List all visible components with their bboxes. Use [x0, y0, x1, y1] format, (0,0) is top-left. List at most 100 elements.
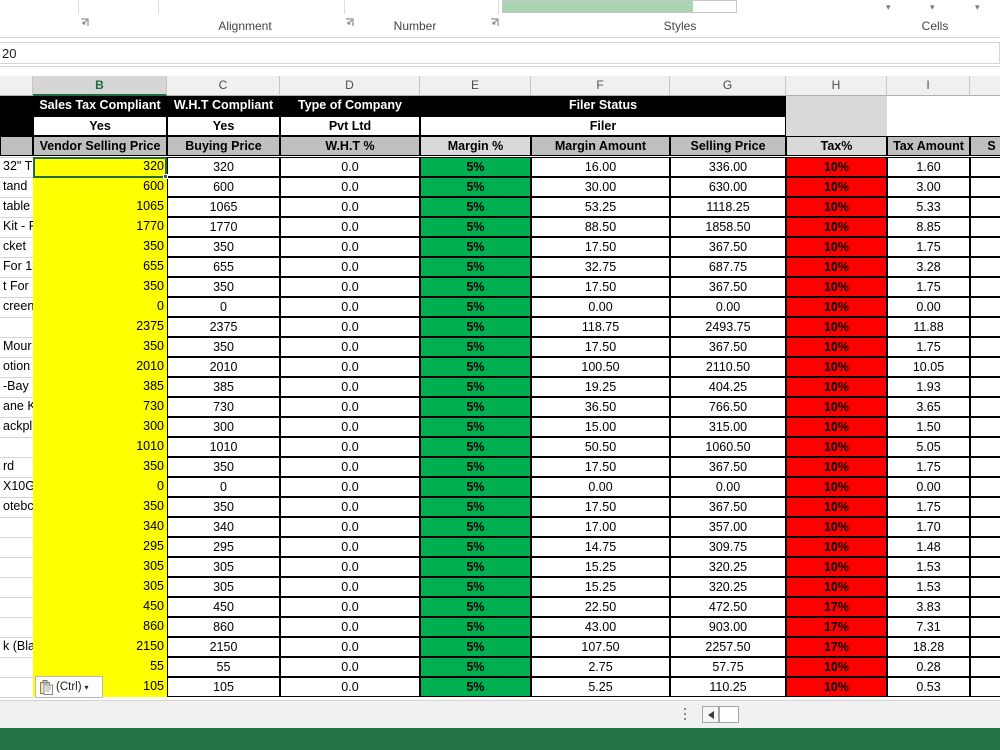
cell-wht-percent-row-6[interactable]: 0.0 — [280, 257, 420, 277]
item-name-clipped[interactable]: cket — [0, 237, 33, 257]
cell-margin-percent-row-6[interactable]: 5% — [420, 257, 531, 277]
banner-sales-tax-compliant[interactable]: Sales Tax Compliant — [33, 96, 167, 116]
cell-vendor-selling-price-row-14[interactable]: 300 — [33, 417, 167, 437]
cell-margin-amount-row-10[interactable]: 17.50 — [531, 337, 670, 357]
cell-margin-percent-row-20[interactable]: 5% — [420, 537, 531, 557]
cell-vendor-selling-price-row-23[interactable]: 450 — [33, 597, 167, 617]
column-label-margin-amount[interactable]: Margin Amount — [531, 136, 670, 156]
column-label-a-partial[interactable] — [0, 136, 33, 156]
format-cells-chevron-icon[interactable]: ▾ — [975, 2, 980, 13]
cell-wht-percent-row-11[interactable]: 0.0 — [280, 357, 420, 377]
cell-margin-percent-row-9[interactable]: 5% — [420, 317, 531, 337]
cell-wht-percent-row-20[interactable]: 0.0 — [280, 537, 420, 557]
column-header-g[interactable]: G — [670, 76, 786, 96]
cell-margin-amount-row-22[interactable]: 15.25 — [531, 577, 670, 597]
cell-margin-percent-row-10[interactable]: 5% — [420, 337, 531, 357]
cell-buying-price-row-8[interactable]: 0 — [167, 297, 280, 317]
cell-margin-amount-row-6[interactable]: 32.75 — [531, 257, 670, 277]
cell-buying-price-row-5[interactable]: 350 — [167, 237, 280, 257]
cell-vendor-selling-price-row-20[interactable]: 295 — [33, 537, 167, 557]
cell-selling-price-row-8[interactable]: 0.00 — [670, 297, 786, 317]
cell-wht-percent-row-5[interactable]: 0.0 — [280, 237, 420, 257]
cell-wht-percent-row-8[interactable]: 0.0 — [280, 297, 420, 317]
cell-tax-amount-row-19[interactable]: 1.70 — [887, 517, 970, 537]
banner-filer-status[interactable]: Filer Status — [420, 96, 786, 116]
cell-tax-percent-row-7[interactable]: 10% — [786, 277, 887, 297]
cell-wht-percent-row-17[interactable]: 0.0 — [280, 477, 420, 497]
cell-vendor-selling-price-row-13[interactable]: 730 — [33, 397, 167, 417]
cell-vendor-selling-price-row-24[interactable]: 860 — [33, 617, 167, 637]
cell-vendor-selling-price-row-19[interactable]: 340 — [33, 517, 167, 537]
column-header-a-partial[interactable] — [0, 76, 33, 96]
cell-tax-percent-row-13[interactable]: 10% — [786, 397, 887, 417]
item-name-clipped[interactable] — [0, 577, 33, 597]
alignment-dialog-launcher-icon-2[interactable] — [488, 18, 500, 30]
cell-tax-percent-row-12[interactable]: 10% — [786, 377, 887, 397]
banner-cell-a-partial[interactable] — [0, 96, 33, 116]
cell-tax-amount-row-27[interactable]: 0.53 — [887, 677, 970, 697]
cell-buying-price-row-15[interactable]: 1010 — [167, 437, 280, 457]
cell-vendor-selling-price-row-22[interactable]: 305 — [33, 577, 167, 597]
paste-options-button[interactable]: (Ctrl) ▾ — [35, 676, 103, 698]
scroll-left-button[interactable] — [702, 706, 719, 723]
cell-selling-price-row-19[interactable]: 357.00 — [670, 517, 786, 537]
cell-margin-percent-row-15[interactable]: 5% — [420, 437, 531, 457]
cell-selling-price-row-26[interactable]: 57.75 — [670, 657, 786, 677]
cell-s-partial-row-7[interactable] — [970, 277, 1000, 297]
cell-selling-price-row-4[interactable]: 1858.50 — [670, 217, 786, 237]
cell-tax-percent-row-1[interactable]: 10% — [786, 157, 887, 177]
cell-wht-percent-row-25[interactable]: 0.0 — [280, 637, 420, 657]
cell-margin-percent-row-5[interactable]: 5% — [420, 237, 531, 257]
cell-tax-percent-row-5[interactable]: 10% — [786, 237, 887, 257]
cell-buying-price-row-20[interactable]: 295 — [167, 537, 280, 557]
cell-tax-percent-row-18[interactable]: 10% — [786, 497, 887, 517]
cell-selling-price-row-27[interactable]: 110.25 — [670, 677, 786, 697]
cell-tax-amount-row-23[interactable]: 3.83 — [887, 597, 970, 617]
cell-vendor-selling-price-row-4[interactable]: 1770 — [33, 217, 167, 237]
horizontal-scrollbar-thumb[interactable] — [719, 706, 739, 723]
item-name-clipped[interactable]: t For — [0, 277, 33, 297]
cell-margin-percent-row-12[interactable]: 5% — [420, 377, 531, 397]
cell-tax-amount-row-1[interactable]: 1.60 — [887, 157, 970, 177]
cell-vendor-selling-price-row-1[interactable]: 320 — [33, 157, 167, 177]
item-name-clipped[interactable]: otebc — [0, 497, 33, 517]
cell-tax-amount-row-21[interactable]: 1.53 — [887, 557, 970, 577]
cell-wht-percent-row-2[interactable]: 0.0 — [280, 177, 420, 197]
cell-s-partial-row-4[interactable] — [970, 217, 1000, 237]
cell-s-partial-row-13[interactable] — [970, 397, 1000, 417]
banner-blank-h[interactable] — [786, 96, 887, 116]
cell-s-partial-row-23[interactable] — [970, 597, 1000, 617]
column-label-margin-percent[interactable]: Margin % — [420, 136, 531, 156]
cell-s-partial-row-14[interactable] — [970, 417, 1000, 437]
cell-buying-price-row-18[interactable]: 350 — [167, 497, 280, 517]
item-name-clipped[interactable] — [0, 557, 33, 577]
cell-vendor-selling-price-row-21[interactable]: 305 — [33, 557, 167, 577]
cell-margin-amount-row-23[interactable]: 22.50 — [531, 597, 670, 617]
cell-buying-price-row-6[interactable]: 655 — [167, 257, 280, 277]
item-name-clipped[interactable] — [0, 677, 33, 697]
cell-tax-percent-row-20[interactable]: 10% — [786, 537, 887, 557]
cell-selling-price-row-22[interactable]: 320.25 — [670, 577, 786, 597]
cell-buying-price-row-24[interactable]: 860 — [167, 617, 280, 637]
cell-buying-price-row-17[interactable]: 0 — [167, 477, 280, 497]
cell-selling-price-row-20[interactable]: 309.75 — [670, 537, 786, 557]
cell-vendor-selling-price-row-2[interactable]: 600 — [33, 177, 167, 197]
cell-selling-price-row-2[interactable]: 630.00 — [670, 177, 786, 197]
cell-selling-price-row-10[interactable]: 367.50 — [670, 337, 786, 357]
cell-wht-percent-row-22[interactable]: 0.0 — [280, 577, 420, 597]
cell-margin-amount-row-25[interactable]: 107.50 — [531, 637, 670, 657]
cell-selling-price-row-11[interactable]: 2110.50 — [670, 357, 786, 377]
cell-s-partial-row-6[interactable] — [970, 257, 1000, 277]
cell-selling-price-row-6[interactable]: 687.75 — [670, 257, 786, 277]
column-label-vendor-selling-price[interactable]: Vendor Selling Price — [33, 136, 167, 156]
cell-margin-amount-row-16[interactable]: 17.50 — [531, 457, 670, 477]
delete-cells-chevron-icon[interactable]: ▾ — [930, 2, 935, 13]
cell-vendor-selling-price-row-12[interactable]: 385 — [33, 377, 167, 397]
cell-s-partial-row-16[interactable] — [970, 457, 1000, 477]
cell-tax-percent-row-24[interactable]: 17% — [786, 617, 887, 637]
cell-tax-amount-row-26[interactable]: 0.28 — [887, 657, 970, 677]
cell-vendor-selling-price-row-16[interactable]: 350 — [33, 457, 167, 477]
cell-tax-percent-row-4[interactable]: 10% — [786, 217, 887, 237]
value-cell-a-partial[interactable] — [0, 116, 33, 136]
cell-tax-percent-row-23[interactable]: 17% — [786, 597, 887, 617]
